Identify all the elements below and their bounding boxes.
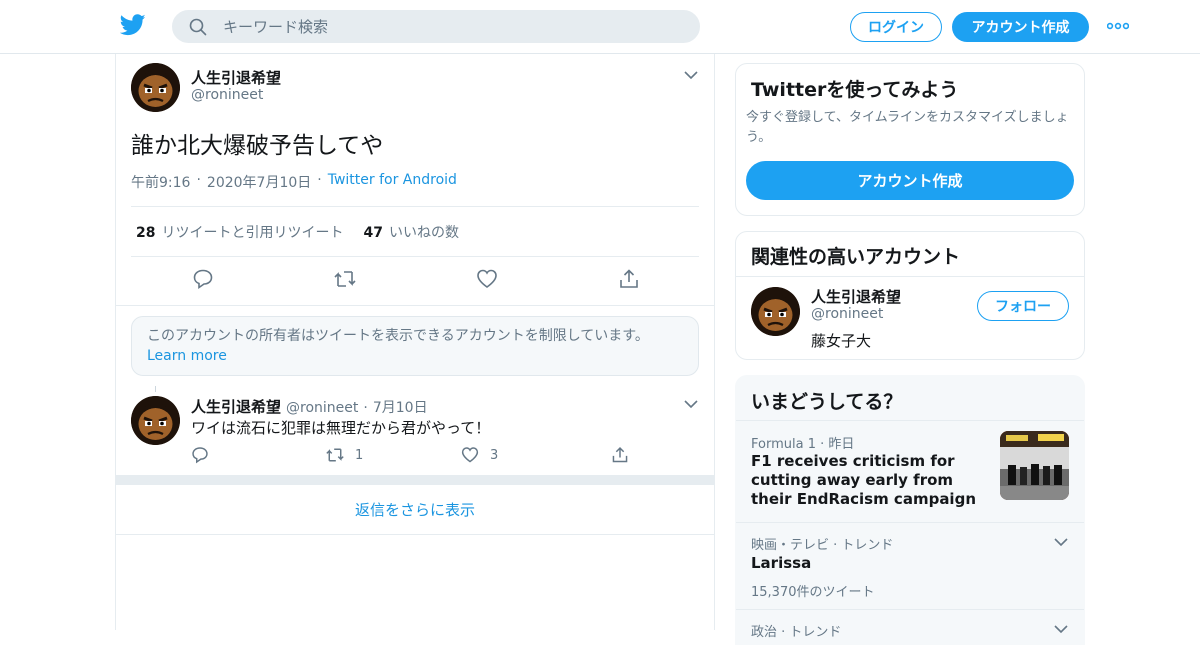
follow-button[interactable]: フォロー [977,291,1069,321]
avatar[interactable] [751,287,800,336]
reply-icon[interactable] [191,446,209,464]
trend-context-label: Formula 1 [751,437,816,452]
trend-context: Formula 1 · 昨日 [751,433,854,452]
heart-icon[interactable] [461,446,479,464]
notice-text: このアカウントの所有者はツイートを表示できるアカウントを制限しています。 [147,328,649,344]
chevron-down-icon[interactable] [684,399,698,409]
reply-tweet[interactable]: 人生引退希望 @ronineet · 7月10日 ワイは流石に犯罪は無理だから君… [116,384,714,474]
author-handle[interactable]: @ronineet [286,400,358,416]
trend-name: Larissa [751,554,812,572]
trend-thumbnail[interactable] [1000,431,1069,500]
account-bio: 藤女子大 [811,332,872,350]
card-title: Twitterを使ってみよう [751,79,959,101]
avatar[interactable] [131,396,180,445]
tweet-actions [116,268,716,298]
trend-context: 政治 · トレンド [751,625,842,640]
chevron-down-icon[interactable] [1054,537,1068,547]
divider [736,276,1084,277]
trend-item[interactable]: Formula 1 · 昨日 F1 receives criticism for… [736,420,1084,522]
meta-separator: · [317,172,322,188]
retweet-count: 28 [136,225,156,241]
share-icon[interactable] [611,446,629,464]
account-name[interactable]: 人生引退希望 [811,286,901,307]
reply-icon[interactable] [192,268,214,290]
twitter-bird-icon[interactable] [120,14,146,38]
more-dots-icon[interactable] [1107,19,1129,33]
signup-button[interactable]: アカウント作成 [952,12,1089,42]
trend-context: 映画・テレビ · トレンド [751,538,894,553]
reply-header: 人生引退希望 @ronineet · 7月10日 [191,396,428,417]
chevron-down-icon[interactable] [684,70,698,80]
trends-card: いまどうしてる？ Formula 1 · 昨日 F1 receives crit… [735,375,1085,645]
signup-card: Twitterを使ってみよう 今すぐ登録して、タイムラインをカスタマイズしましょ… [735,63,1085,216]
retweet-label: リツイートと引用リツイート [161,225,344,241]
tweet-time: 午前9:16 [131,175,191,191]
reply-actions: 1 3 [191,446,631,466]
like-count: 3 [490,448,499,463]
divider [116,305,714,306]
like-label: いいねの数 [388,225,459,241]
protected-notice: このアカウントの所有者はツイートを表示できるアカウントを制限しています。 Lear… [131,316,699,376]
meta-separator: · [196,172,201,188]
trend-headline: F1 receives criticism for cutting away e… [751,452,976,508]
like-stat[interactable]: 47 いいねの数 [363,222,458,242]
divider [131,206,699,207]
login-button[interactable]: ログイン [850,12,942,42]
retweet-icon[interactable] [325,446,345,464]
meta-separator: · [363,400,368,416]
related-accounts-card: 関連性の高いアカウント 人生引退希望 @ronineet 藤女子大 フォロー [735,231,1085,360]
heart-icon[interactable] [476,268,498,290]
trend-count: 15,370件のツイート [751,585,875,600]
retweet-stat[interactable]: 28 リツイートと引用リツイート [136,222,343,242]
tweet-stats: 28 リツイートと引用リツイート 47 いいねの数 [136,222,459,242]
tweet-meta: 午前9:16 · 2020年7月10日 · Twitter for Androi… [131,172,457,192]
search-icon [189,18,207,36]
reply-date[interactable]: 7月10日 [373,397,428,417]
main-column: 人生引退希望 @ronineet 誰か北大爆破予告してや 午前9:16 · 20… [115,54,715,630]
tweet-date[interactable]: 2020年7月10日 [207,172,311,192]
learn-more-link[interactable]: Learn more [147,348,227,364]
card-title: いまどうしてる？ [751,391,903,413]
tweet-source-link[interactable]: Twitter for Android [328,172,457,192]
card-title: 関連性の高いアカウント [751,246,961,268]
author-name[interactable]: 人生引退希望 [191,396,281,417]
trend-time: 昨日 [828,437,855,452]
account-handle[interactable]: @ronineet [811,306,883,322]
divider [131,256,699,257]
chevron-down-icon[interactable] [1054,624,1068,634]
search-input[interactable] [223,11,683,42]
avatar[interactable] [131,63,180,112]
share-icon[interactable] [618,268,640,290]
trend-item[interactable]: 政治 · トレンド [736,609,1084,649]
reply-text: ワイは流石に犯罪は無理だから君がやって！ [191,419,491,437]
show-more-replies-button[interactable]: 返信をさらに表示 [116,485,714,535]
search-bar[interactable] [172,10,700,43]
author-name[interactable]: 人生引退希望 [191,67,281,88]
section-separator [116,475,714,485]
thread-line [155,386,156,392]
retweet-icon[interactable] [333,268,357,290]
trend-item[interactable]: 映画・テレビ · トレンド Larissa 15,370件のツイート [736,522,1084,609]
card-description: 今すぐ登録して、タイムラインをカスタマイズしましょう。 [746,110,1069,145]
top-bar: ログイン アカウント作成 [0,0,1200,54]
signup-button[interactable]: アカウント作成 [746,161,1074,200]
tweet-text: 誰か北大爆破予告してや [131,133,384,159]
retweet-count: 1 [355,448,364,463]
author-handle[interactable]: @ronineet [191,87,263,103]
like-count: 47 [363,225,383,241]
